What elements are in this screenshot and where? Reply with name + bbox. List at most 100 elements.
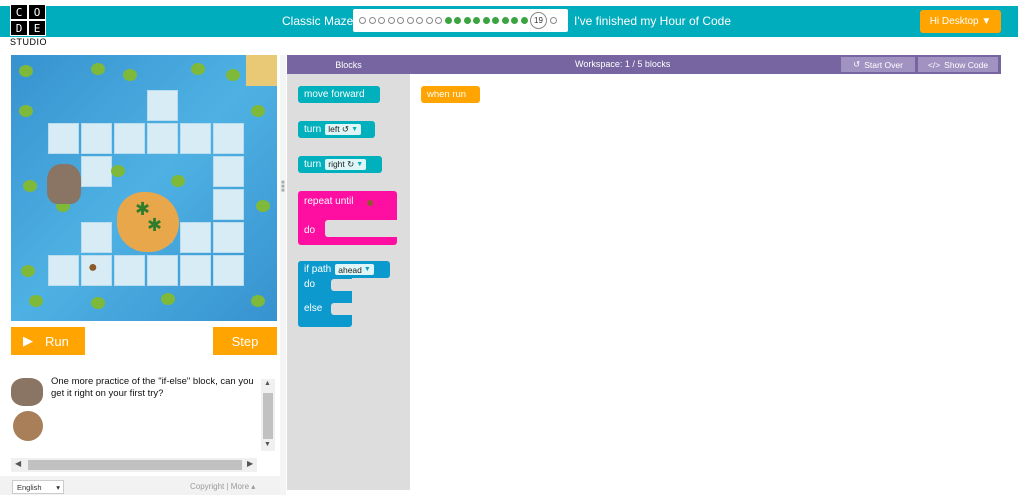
level-dot-completed[interactable] <box>501 17 509 24</box>
code-icon: </> <box>927 59 941 70</box>
path-tile <box>147 255 178 286</box>
play-icon: ▶ <box>23 333 33 348</box>
level-dot-completed[interactable] <box>473 17 480 24</box>
finished-hour-link[interactable]: I've finished my Hour of Code <box>574 14 731 28</box>
scroll-thumb[interactable] <box>28 460 242 470</box>
chevron-down-icon: ▾ <box>56 482 60 492</box>
run-button[interactable]: ▶ Run <box>11 327 85 355</box>
lily-pad-icon <box>161 293 175 305</box>
show-code-button[interactable]: </> Show Code <box>918 57 998 72</box>
palm-tree-icon: ✱ <box>147 215 163 235</box>
instructions-vertical-scrollbar[interactable]: ▲ ▼ <box>261 379 275 451</box>
level-dot-completed[interactable] <box>492 17 499 24</box>
logo-letter: E <box>28 20 46 36</box>
path-direction-dropdown[interactable]: ahead ▼ <box>335 264 374 275</box>
instructions-horizontal-scrollbar[interactable]: ◀ ▶ <box>11 458 257 472</box>
path-tile <box>213 222 244 253</box>
header: C O D E STUDIO Classic Maze 19 I've fini… <box>0 0 1018 47</box>
more-link[interactable]: More ▴ <box>231 482 255 491</box>
workspace-canvas[interactable] <box>410 74 1001 490</box>
show-code-label: Show Code <box>944 59 989 70</box>
path-tile <box>180 123 211 154</box>
block-label: turn <box>304 124 322 135</box>
level-dot-completed[interactable] <box>454 17 461 24</box>
scroll-thumb[interactable] <box>263 393 273 439</box>
language-select[interactable]: English ▾ <box>12 480 64 494</box>
level-dot-completed[interactable] <box>511 17 518 24</box>
user-menu-button[interactable]: Hi Desktop ▼ <box>920 10 1001 33</box>
level-dot[interactable] <box>387 17 395 24</box>
block-label: move forward <box>304 89 365 100</box>
level-dot-completed[interactable] <box>444 17 452 24</box>
block-repeat-until[interactable]: repeat until ● do <box>298 191 397 245</box>
lily-pad-icon <box>91 297 105 309</box>
level-dot[interactable] <box>549 17 557 24</box>
direction-dropdown[interactable]: left ↺ ▼ <box>325 124 361 135</box>
lily-pad-icon <box>23 180 37 192</box>
scroll-down-icon[interactable]: ▼ <box>264 441 271 448</box>
block-do-label: do <box>304 225 316 236</box>
level-dot[interactable] <box>368 17 376 24</box>
maze-visualization: ✱ ✱ ● <box>11 55 277 321</box>
lily-pad-icon <box>251 295 265 307</box>
block-move-forward[interactable]: move forward <box>298 86 380 103</box>
undo-icon: ↺ <box>853 59 861 69</box>
panel-divider[interactable] <box>280 55 286 495</box>
block-when-run[interactable]: when run <box>421 86 480 103</box>
block-label: repeat until <box>304 196 354 207</box>
puzzle-title[interactable]: Classic Maze <box>282 14 353 28</box>
block-turn-right[interactable]: turn right ↻ ▼ <box>298 156 382 173</box>
workspace-title: Workspace: 1 / 5 blocks <box>575 59 671 69</box>
level-dot-completed[interactable] <box>520 17 528 24</box>
path-tile <box>180 255 211 286</box>
squirrel-avatar-icon <box>11 378 43 406</box>
current-level-indicator[interactable]: 19 <box>530 12 547 29</box>
logo-letter: C <box>10 4 28 20</box>
level-dot-completed[interactable] <box>482 17 490 24</box>
path-tile <box>81 156 112 187</box>
code-studio-logo[interactable]: C O D E STUDIO <box>10 4 47 47</box>
level-dot[interactable] <box>425 17 433 24</box>
step-button[interactable]: Step <box>213 327 277 355</box>
path-tile <box>213 156 244 187</box>
lily-pad-icon <box>123 69 137 81</box>
block-else-label: else <box>304 303 323 314</box>
lily-pad-icon <box>21 265 35 277</box>
path-tile <box>48 123 79 154</box>
level-dot[interactable] <box>435 17 442 24</box>
lily-pad-icon <box>256 200 270 212</box>
level-progress: 19 <box>353 9 568 32</box>
path-tile <box>114 255 145 286</box>
lily-pad-icon <box>19 105 33 117</box>
lily-pad-icon <box>29 295 43 307</box>
block-turn-left[interactable]: turn left ↺ ▼ <box>298 121 375 138</box>
level-dot[interactable] <box>359 17 366 24</box>
block-label: if path <box>304 264 332 275</box>
copyright-link[interactable]: Copyright <box>190 482 224 491</box>
lily-pad-icon <box>251 105 265 117</box>
level-dot-completed[interactable] <box>463 17 471 24</box>
path-tile <box>81 123 112 154</box>
resize-grip-icon[interactable]: ■ ■ ■ <box>281 180 285 195</box>
block-if-path-header[interactable]: if path ahead ▼ <box>298 261 390 278</box>
scroll-up-icon[interactable]: ▲ <box>264 380 271 387</box>
squirrel-character-icon <box>47 164 81 204</box>
scroll-right-icon[interactable]: ▶ <box>247 459 253 468</box>
path-tile <box>48 255 79 286</box>
lily-pad-icon <box>226 69 240 81</box>
level-dot[interactable] <box>397 17 404 24</box>
lily-pad-icon <box>19 65 33 77</box>
scroll-left-icon[interactable]: ◀ <box>15 459 21 468</box>
footer-links: Copyright | More ▴ <box>190 482 255 491</box>
level-dot[interactable] <box>378 17 385 24</box>
instructions-text: One more practice of the "if-else" block… <box>51 376 254 399</box>
level-dot[interactable] <box>406 17 414 24</box>
start-over-button[interactable]: ↺ Start Over <box>841 57 915 72</box>
lily-pad-icon <box>191 63 205 75</box>
start-over-label: Start Over <box>864 59 903 70</box>
level-dot[interactable] <box>416 17 423 24</box>
direction-dropdown[interactable]: right ↻ ▼ <box>325 159 367 170</box>
logo-letter: O <box>28 4 46 20</box>
blocks-header: Blocks <box>287 55 410 74</box>
block-label: turn <box>304 159 322 170</box>
